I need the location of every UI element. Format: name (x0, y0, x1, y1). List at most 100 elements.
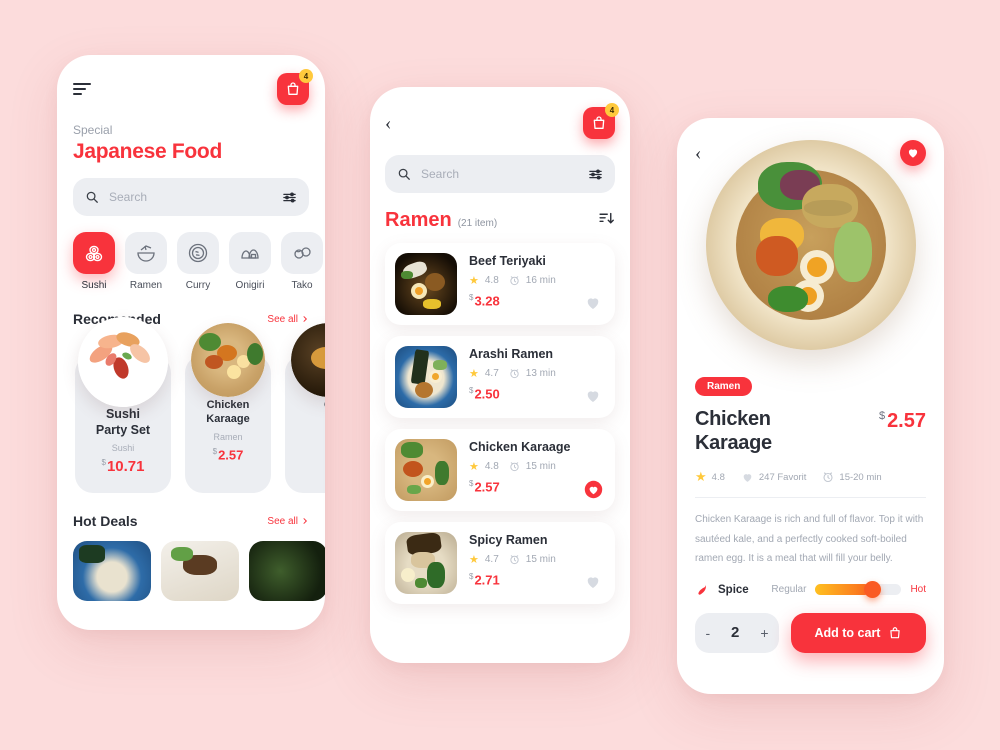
see-all-label: See all (267, 515, 298, 527)
sidebar-item-sushi[interactable]: Sushi (73, 232, 115, 291)
sushi-icon (85, 245, 103, 262)
hero-food-image (705, 140, 916, 350)
spice-slider-fill (815, 584, 871, 596)
list-count: (21 item) (457, 218, 498, 229)
sidebar-item-curry[interactable]: Curry (177, 232, 219, 291)
onigiri-icon (241, 249, 259, 259)
food-image (395, 532, 457, 594)
star-icon: ★ (469, 461, 479, 473)
spice-max-label: Hot (910, 584, 926, 596)
onigiri-tile (229, 232, 271, 274)
search-bar-list[interactable]: Search (385, 155, 615, 193)
category-label: Curry (185, 280, 211, 291)
detail-stats: ★ 4.8 247 Favorit 15-20 min (695, 469, 926, 485)
sort-descending-icon[interactable] (598, 210, 615, 232)
search-bar-home[interactable]: Search (73, 178, 309, 216)
heart-icon (908, 149, 918, 158)
chevron-right-icon (303, 518, 308, 525)
spice-slider[interactable] (815, 581, 902, 599)
category-label: Sushi (81, 280, 107, 291)
star-icon: ★ (469, 554, 479, 566)
add-to-cart-button[interactable]: Add to cart (791, 612, 926, 653)
screenshot-canvas: 4 Special Japanese Food Search Sushi Ram… (0, 0, 1000, 750)
spice-slider-knob[interactable] (864, 581, 882, 599)
filter-icon[interactable] (282, 190, 297, 205)
section-title: Hot Deals (73, 513, 138, 530)
food-name: Sushi Party Set (95, 407, 151, 437)
food-image (395, 346, 457, 408)
favorite-button[interactable] (583, 572, 603, 592)
favorite-button[interactable] (583, 293, 603, 313)
recommended-list: Sushi Party Set Sushi $10.71 Chicken Kar… (73, 317, 325, 494)
deal-image[interactable] (249, 541, 325, 602)
clock-icon (510, 555, 519, 565)
see-all-recommended[interactable]: See all (267, 314, 309, 325)
list-item[interactable]: Spicy Ramen ★ 4.7 15 min $2.71 (385, 522, 615, 604)
food-image (191, 323, 265, 397)
deal-image[interactable] (73, 541, 151, 602)
food-image (395, 253, 457, 315)
food-meta: ★ 4.7 15 min (469, 553, 605, 566)
search-input[interactable]: Search (421, 167, 578, 181)
recommended-card[interactable]: Sushi Party Set Sushi $10.71 (75, 317, 171, 494)
sidebar-item-ramen[interactable]: Ramen (125, 232, 167, 291)
curry-tile (177, 232, 219, 274)
search-input[interactable]: Search (109, 190, 272, 204)
food-image (78, 317, 168, 407)
recommended-card[interactable]: C $ (285, 323, 325, 494)
favorite-button[interactable] (583, 386, 603, 406)
food-time: 15 min (525, 554, 556, 565)
sidebar-item-takoyaki[interactable]: Tako (281, 232, 323, 291)
takoyaki-tile (281, 232, 323, 274)
search-icon (86, 191, 98, 203)
curry-icon (188, 243, 208, 263)
quantity-stepper[interactable]: - 2 + (695, 612, 779, 653)
chevron-right-icon (303, 316, 308, 322)
food-category: Ramen (213, 431, 243, 442)
star-icon: ★ (695, 469, 707, 485)
star-icon: ★ (469, 368, 479, 380)
cart-button[interactable]: 4 (277, 69, 313, 105)
sushi-tile (73, 232, 115, 274)
list-item[interactable]: Arashi Ramen ★ 4.7 13 min $2.50 (385, 336, 615, 418)
food-rating: 4.8 (484, 461, 499, 472)
rating-value: 4.8 (711, 471, 725, 483)
page-title: Japanese Food (73, 140, 222, 163)
heart-icon (743, 473, 752, 482)
food-name: Spicy Ramen (469, 533, 548, 547)
detail-description: Chicken Karaage is rich and full of flav… (695, 514, 924, 565)
stat-favorites: 247 Favorit (741, 471, 807, 484)
hot-deals-header: Hot Deals See all (73, 513, 309, 529)
sidebar-item-onigiri[interactable]: Onigiri (229, 232, 271, 291)
favorite-button-active[interactable] (583, 479, 603, 499)
heart-icon (587, 298, 599, 309)
time-value: 15-20 min (839, 471, 882, 483)
heart-icon (587, 391, 599, 402)
favorites-value: 247 Favorit (758, 471, 807, 483)
decrement-button[interactable]: - (705, 625, 710, 641)
cart-button[interactable]: 4 (583, 103, 619, 139)
category-list: Sushi Ramen Curry Onigiri Tako (73, 232, 323, 291)
hamburger-icon[interactable] (73, 83, 91, 95)
detail-title: Chicken Karaage (695, 408, 772, 454)
phone-screen-home: 4 Special Japanese Food Search Sushi Ram… (57, 55, 325, 630)
stat-time: 15-20 min (822, 471, 882, 483)
favorite-button-detail[interactable] (900, 140, 926, 166)
recommended-card[interactable]: Chicken Karaage Ramen $2.57 (185, 323, 271, 494)
spice-control: Spice Regular Hot (695, 581, 926, 599)
food-rating: 4.8 (484, 275, 499, 286)
food-name: Beef Teriyaki (469, 254, 546, 268)
clock-icon (510, 369, 519, 379)
back-button[interactable]: ‹ (385, 114, 391, 133)
list-item[interactable]: Beef Teriyaki ★ 4.8 16 min $3.28 (385, 243, 615, 325)
food-price: $2.57 (212, 446, 244, 462)
food-time: 13 min (525, 368, 556, 379)
deal-image[interactable] (161, 541, 239, 602)
list-item[interactable]: Chicken Karaage ★ 4.8 15 min $2.57 (385, 429, 615, 511)
increment-button[interactable]: + (760, 625, 768, 641)
food-name: Chicken Karaage (469, 440, 571, 454)
filter-icon[interactable] (588, 167, 603, 182)
heart-icon (584, 480, 602, 498)
back-button[interactable]: ‹ (695, 144, 701, 163)
see-all-hot-deals[interactable]: See all (267, 516, 309, 527)
